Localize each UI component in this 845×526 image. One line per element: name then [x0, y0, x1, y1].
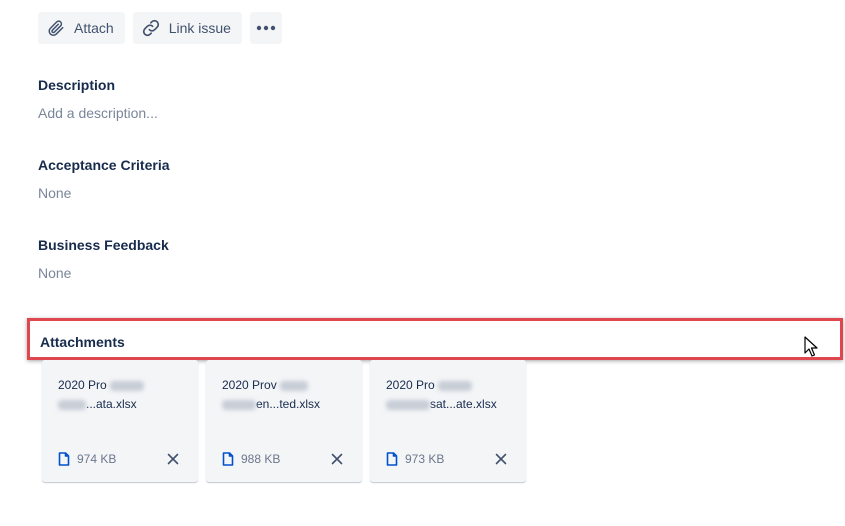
business-feedback-label: Business Feedback	[38, 237, 169, 253]
redacted-text	[386, 399, 430, 410]
link-issue-button-label: Link issue	[168, 20, 231, 36]
attachments-list: 2020 Pro ...ata.xlsx 974 KB 2020 Prov en…	[42, 360, 526, 482]
redacted-text	[438, 380, 473, 391]
attachment-size: 988 KB	[241, 452, 281, 466]
attachment-card[interactable]: 2020 Pro ...ata.xlsx 974 KB	[42, 360, 198, 482]
attachment-size: 974 KB	[77, 452, 117, 466]
attachment-filename: 2020 Pro sat...ate.xlsx	[386, 378, 497, 411]
attachment-size: 973 KB	[405, 452, 445, 466]
attachment-card[interactable]: 2020 Pro sat...ate.xlsx 973 KB	[370, 360, 526, 482]
acceptance-criteria-value[interactable]: None	[38, 185, 71, 201]
more-horizontal-icon	[256, 25, 276, 31]
file-icon	[222, 452, 234, 466]
redacted-text	[222, 399, 256, 410]
attach-button-label: Attach	[74, 20, 114, 36]
link-icon	[141, 18, 161, 38]
file-icon	[386, 452, 398, 466]
link-issue-button[interactable]: Link issue	[132, 12, 242, 44]
redacted-text	[280, 380, 309, 391]
redacted-text	[110, 380, 145, 391]
close-icon[interactable]	[494, 452, 508, 466]
attachment-filename: 2020 Pro ...ata.xlsx	[58, 376, 188, 414]
attachment-footer: 988 KB	[222, 452, 344, 466]
description-label: Description	[38, 77, 116, 93]
more-actions-button[interactable]	[249, 12, 282, 44]
attachment-card[interactable]: 2020 Prov en...ted.xlsx 988 KB	[206, 360, 362, 482]
redacted-text	[58, 399, 86, 410]
issue-title-clipped	[38, 0, 278, 2]
close-icon[interactable]	[330, 452, 344, 466]
close-icon[interactable]	[166, 452, 180, 466]
mouse-cursor-icon	[804, 336, 818, 358]
description-input[interactable]: Add a description...	[38, 105, 158, 121]
paperclip-icon	[46, 18, 66, 38]
attachment-footer: 973 KB	[386, 452, 508, 466]
attachment-filename: 2020 Prov en...ted.xlsx	[222, 378, 321, 411]
attachments-label: Attachments	[40, 334, 125, 350]
business-feedback-value[interactable]: None	[38, 265, 71, 281]
issue-detail-panel: Attach Link issue Description Add a desc…	[0, 0, 845, 526]
attachments-header-highlight: Attachments	[27, 318, 843, 360]
file-icon	[58, 452, 70, 466]
acceptance-criteria-label: Acceptance Criteria	[38, 157, 170, 173]
issue-toolbar: Attach Link issue	[38, 12, 282, 44]
attachment-footer: 974 KB	[58, 452, 180, 466]
attach-button[interactable]: Attach	[38, 12, 125, 44]
